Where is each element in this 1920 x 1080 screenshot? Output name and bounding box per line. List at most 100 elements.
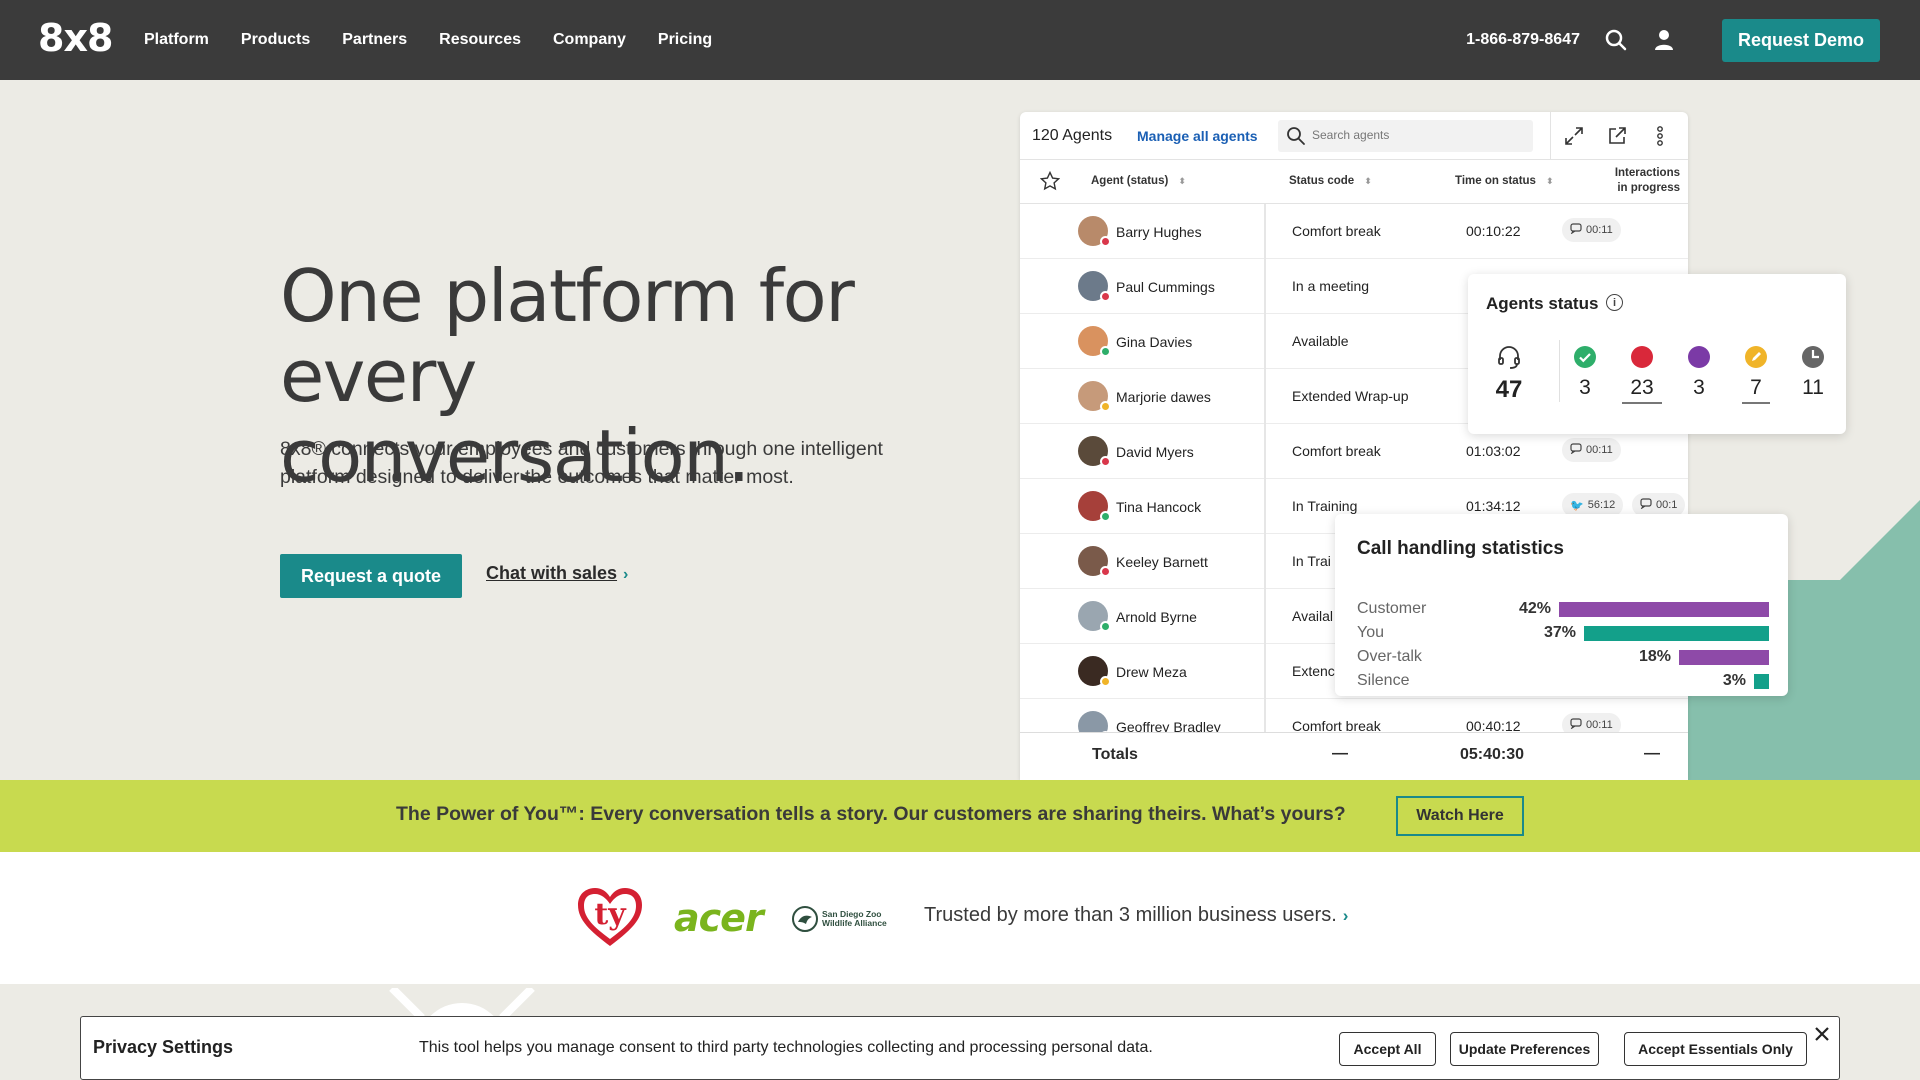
column-agent[interactable]: Agent (status) ⬍	[1091, 175, 1186, 187]
phone-number[interactable]: 1-866-879-8647	[1466, 31, 1580, 49]
stat-percent: 18%	[1638, 648, 1671, 665]
stat-label: Customer	[1357, 600, 1427, 617]
status-available[interactable]: 3	[1560, 344, 1610, 400]
status-code: In a meeting	[1292, 278, 1370, 294]
agents-status-card: Agents status i 47 3 23 3 7 11	[1468, 274, 1846, 434]
status-wrap-up[interactable]: 3	[1674, 344, 1724, 400]
nav-resources[interactable]: Resources	[439, 31, 521, 49]
search-icon[interactable]	[1602, 26, 1630, 54]
agent-cell: Barry Hughes	[1020, 204, 1266, 259]
stat-row: Over-talk 18%	[1357, 646, 1769, 668]
status-code: Comfort break	[1292, 223, 1381, 239]
presence-dot	[1100, 511, 1111, 522]
search-agents-input[interactable]: Search agents	[1278, 120, 1533, 152]
nav-pricing[interactable]: Pricing	[658, 31, 712, 49]
agent-name: Marjorie dawes	[1116, 389, 1211, 405]
privacy-settings-bar: Privacy Settings This tool helps you man…	[80, 1016, 1840, 1080]
request-quote-button[interactable]: Request a quote	[280, 554, 462, 598]
agent-name: Barry Hughes	[1116, 224, 1202, 240]
sort-icon: ⬍	[1178, 176, 1186, 186]
stat-bar	[1559, 602, 1769, 617]
expand-icon[interactable]	[1560, 122, 1588, 150]
agents-status-title: Agents status	[1486, 294, 1599, 313]
manage-agents-link[interactable]: Manage all agents	[1137, 128, 1258, 144]
presence-dot	[1100, 621, 1111, 632]
top-navigation: 8x8 Platform Products Partners Resources…	[0, 0, 1920, 80]
interaction-chip[interactable]: 00:11	[1562, 438, 1621, 462]
logo-8x8[interactable]: 8x8	[38, 16, 113, 60]
table-row[interactable]: Barry Hughes Comfort break 00:10:22 00:11	[1020, 204, 1688, 259]
status-code: Extended Wrap-up	[1292, 388, 1409, 404]
more-options-icon[interactable]	[1646, 122, 1674, 150]
call-handling-card: Call handling statistics Customer 42% You 3…	[1335, 514, 1788, 696]
agent-name: Arnold Byrne	[1116, 609, 1197, 625]
agent-count: 120 Agents	[1032, 127, 1113, 144]
stat-label: Silence	[1357, 672, 1410, 689]
nav-products[interactable]: Products	[241, 31, 310, 49]
time-on-status: 01:03:02	[1466, 443, 1521, 459]
privacy-title: Privacy Settings	[93, 1037, 234, 1057]
status-away[interactable]: 11	[1788, 344, 1838, 400]
chevron-right-icon: ›	[623, 566, 629, 583]
privacy-text: This tool helps you manage consent to th…	[419, 1039, 1153, 1056]
chat-bubble-icon	[1570, 223, 1582, 237]
headset-icon	[1484, 344, 1534, 370]
chat-bubble-icon	[1570, 443, 1582, 457]
search-placeholder: Search agents	[1312, 128, 1390, 142]
column-interactions[interactable]: Interactions in progress	[1610, 166, 1680, 196]
agent-cell: Paul Cummings	[1020, 259, 1266, 314]
totals-label: Totals	[1092, 746, 1138, 763]
chat-bubble-icon	[1640, 498, 1652, 512]
call-stats-title: Call handling statistics	[1357, 538, 1564, 559]
totals-time: 05:40:30	[1460, 746, 1525, 763]
nav-company[interactable]: Company	[553, 31, 626, 49]
stat-percent: 3%	[1722, 672, 1746, 689]
nav-platform[interactable]: Platform	[144, 31, 209, 49]
agent-cell: Marjorie dawes	[1020, 369, 1266, 424]
status-code: Availal	[1292, 608, 1333, 624]
stat-row: You 37%	[1357, 622, 1769, 644]
interaction-chip[interactable]: 00:11	[1562, 218, 1621, 242]
open-external-icon[interactable]	[1603, 122, 1631, 150]
stat-row: Customer 42%	[1357, 598, 1769, 620]
watch-here-button[interactable]: Watch Here	[1396, 796, 1524, 836]
status-code: In Trai	[1292, 553, 1331, 569]
column-time-on-status[interactable]: Time on status ⬍	[1455, 175, 1554, 187]
nav-partners[interactable]: Partners	[342, 31, 407, 49]
agent-cell: Drew Meza	[1020, 644, 1266, 699]
stat-percent: 42%	[1518, 600, 1551, 617]
banner-text: The Power of You™: Every conversation te…	[396, 803, 1346, 825]
star-icon[interactable]	[1039, 170, 1061, 194]
nav-actions: 1-866-879-8647 Request Demo	[1466, 0, 1880, 80]
agent-name: Gina Davies	[1116, 334, 1193, 350]
available-check-icon	[1560, 344, 1610, 370]
status-total: 47	[1484, 344, 1534, 404]
time-on-status: 01:34:12	[1466, 498, 1521, 514]
customer-logos: ty acer San Diego Zoo Wildlife Alliance T…	[0, 852, 1920, 984]
presence-dot	[1100, 456, 1111, 467]
status-break[interactable]: 7	[1731, 344, 1781, 404]
main-menu: Platform Products Partners Resources Com…	[144, 0, 712, 80]
chat-with-sales-link[interactable]: Chat with sales ›	[486, 563, 628, 584]
twitter-icon: 🐦	[1570, 499, 1584, 512]
accept-all-button[interactable]: Accept All	[1339, 1032, 1436, 1066]
request-demo-button[interactable]: Request Demo	[1721, 18, 1880, 62]
trusted-by-link[interactable]: Trusted by more than 3 million business …	[924, 904, 1348, 927]
column-status-code[interactable]: Status code ⬍	[1289, 175, 1372, 187]
close-icon[interactable]	[1811, 1023, 1833, 1045]
acer-logo: acer	[674, 896, 764, 940]
chat-bubble-icon	[1570, 718, 1582, 732]
stat-percent: 37%	[1543, 624, 1576, 641]
status-code: Available	[1292, 333, 1349, 349]
update-preferences-button[interactable]: Update Preferences	[1450, 1032, 1599, 1066]
presence-dot	[1100, 291, 1111, 302]
status-busy[interactable]: 23	[1617, 344, 1667, 404]
stat-label: You	[1357, 624, 1384, 641]
hero-subtitle: 8x8® connects your employees and custome…	[280, 438, 883, 488]
agents-panel-header: 120 Agents Manage all agents Search agen…	[1020, 112, 1688, 160]
info-icon[interactable]: i	[1606, 294, 1623, 311]
accept-essentials-button[interactable]: Accept Essentials Only	[1624, 1032, 1807, 1066]
user-icon[interactable]	[1650, 26, 1678, 54]
stat-bar	[1584, 626, 1769, 641]
stat-row: Silence 3%	[1357, 670, 1769, 692]
